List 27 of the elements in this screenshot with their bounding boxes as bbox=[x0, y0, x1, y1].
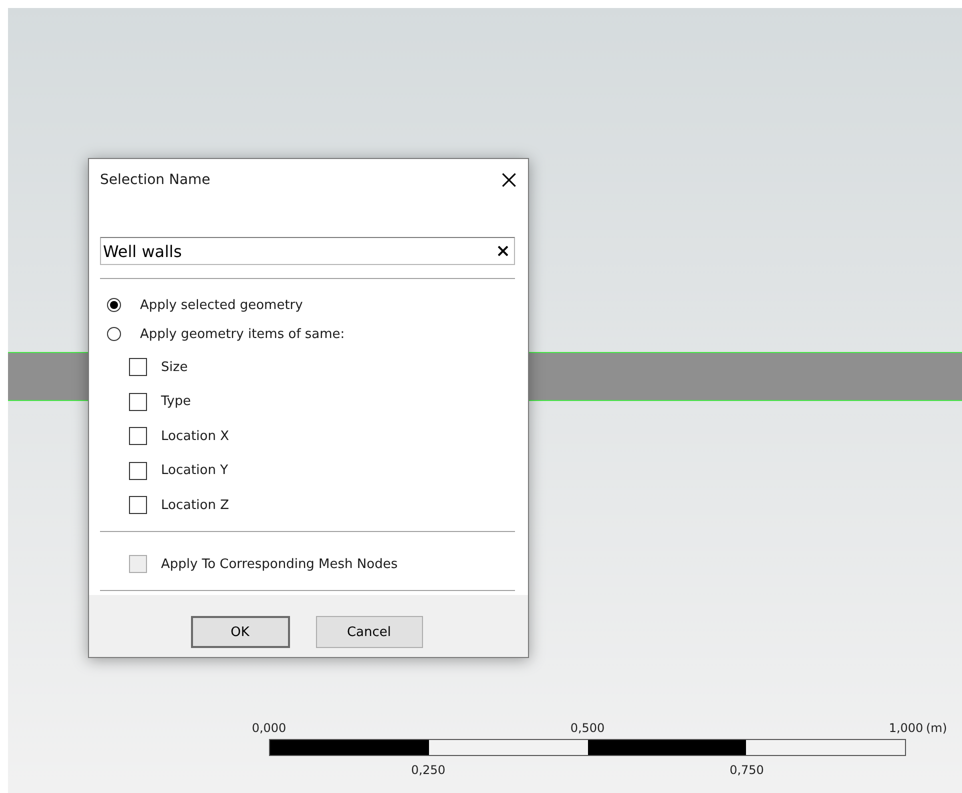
clear-icon[interactable] bbox=[498, 246, 508, 256]
checkbox-label: Apply To Corresponding Mesh Nodes bbox=[161, 556, 398, 572]
unit-label: (m) bbox=[926, 721, 948, 735]
checkbox-label: Location Y bbox=[161, 463, 228, 478]
checkbox[interactable] bbox=[129, 427, 147, 445]
scale-label: 0,250 bbox=[411, 763, 446, 777]
radio-button[interactable] bbox=[107, 327, 121, 341]
radio-label: Apply selected geometry bbox=[140, 298, 303, 312]
cancel-button[interactable]: Cancel bbox=[316, 616, 422, 648]
close-icon[interactable] bbox=[502, 173, 516, 187]
checkbox-label: Location Z bbox=[161, 498, 230, 512]
checkbox[interactable] bbox=[129, 496, 147, 514]
ok-button[interactable]: OK bbox=[190, 616, 290, 648]
checkbox-label: Location X bbox=[161, 428, 230, 444]
scale-label: 0,750 bbox=[730, 763, 764, 777]
checkbox[interactable] bbox=[129, 462, 147, 480]
checkbox-label: Size bbox=[161, 360, 188, 374]
checkbox-label: Type bbox=[161, 394, 191, 409]
name-field[interactable]: Well walls bbox=[100, 237, 515, 265]
dialog-title: Selection Name bbox=[100, 172, 210, 188]
radio-button[interactable] bbox=[107, 298, 121, 312]
radio-label: Apply geometry items of same: bbox=[140, 326, 345, 342]
checkbox[interactable] bbox=[129, 392, 147, 410]
checkbox[interactable] bbox=[129, 358, 147, 376]
scale-label: 0,000 bbox=[252, 721, 286, 735]
scale-label: 1,000 bbox=[888, 721, 924, 735]
scale-label: 0,500 bbox=[570, 721, 605, 735]
